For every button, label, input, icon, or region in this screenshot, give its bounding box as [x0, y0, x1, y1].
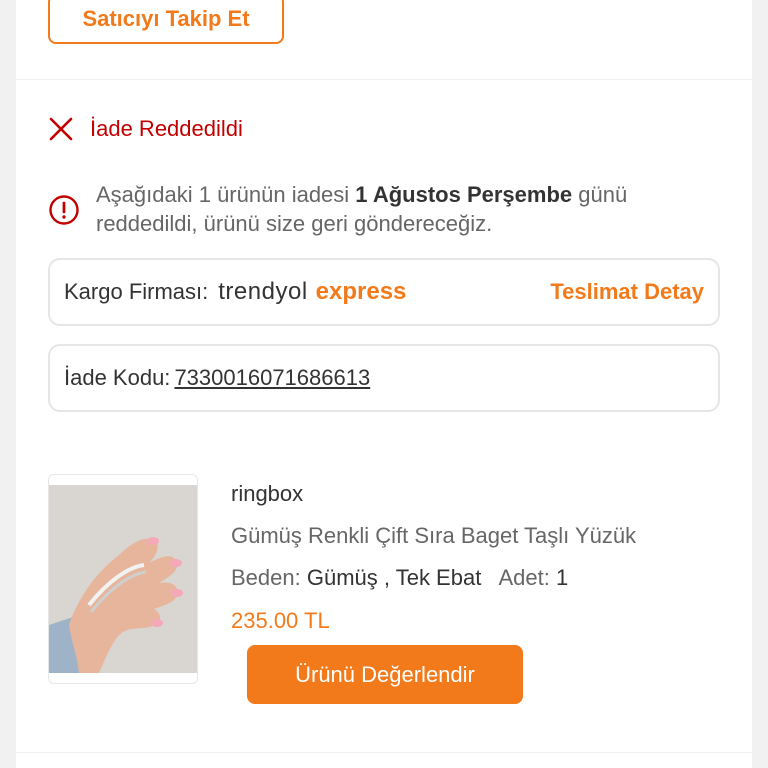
close-icon — [49, 117, 73, 141]
seller-section: Satıcıyı Takip Et — [16, 0, 752, 79]
product-brand: ringbox — [231, 481, 304, 506]
return-section: İade Reddedildi Aşağıdaki 1 ürünün iades… — [16, 80, 752, 752]
size-value: Gümüş , Tek Ebat — [306, 565, 482, 590]
return-status-label: İade Reddedildi — [90, 116, 243, 141]
info-date: 1 Ağustos Perşembe — [355, 182, 573, 207]
size-label: Beden: — [231, 565, 301, 590]
order-detail-page: Satıcıyı Takip Et İade Reddedildi Aşağıd… — [0, 0, 768, 768]
cargo-box: Kargo Firması: trendyol express Teslimat… — [48, 258, 720, 326]
product-attributes: Beden: Gümüş , Tek Ebat Adet: 1 — [231, 565, 568, 591]
product-image[interactable] — [48, 474, 198, 684]
info-text-before: Aşağıdaki 1 ürünün iadesi — [96, 182, 356, 207]
quantity-value: 1 — [555, 565, 569, 590]
quantity-label: Adet: — [498, 565, 550, 590]
rate-product-button[interactable]: Ürünü Değerlendir — [247, 645, 523, 704]
return-info-message: Aşağıdaki 1 ürünün iadesi 1 Ağustos Perş… — [48, 180, 708, 238]
return-status: İade Reddedildi — [48, 116, 243, 142]
return-code-value[interactable]: 7330016071686613 — [174, 365, 370, 391]
next-section — [16, 753, 752, 768]
return-info-text: Aşağıdaki 1 ürünün iadesi 1 Ağustos Perş… — [96, 180, 708, 238]
cargo-logo-express: express — [315, 278, 407, 305]
return-code-box: İade Kodu: 7330016071686613 — [48, 344, 720, 412]
cargo-label: Kargo Firması: — [64, 279, 209, 304]
product-name[interactable]: Gümüş Renkli Çift Sıra Baget Taşlı Yüzük — [231, 523, 636, 549]
info-icon — [49, 195, 79, 225]
product-price: 235.00 TL — [231, 608, 330, 633]
delivery-detail-link[interactable]: Teslimat Detay — [550, 279, 704, 305]
cargo-logo-trendyol: trendyol — [218, 278, 308, 305]
return-code-label: İade Kodu: — [64, 365, 171, 390]
follow-seller-button[interactable]: Satıcıyı Takip Et — [48, 0, 284, 44]
